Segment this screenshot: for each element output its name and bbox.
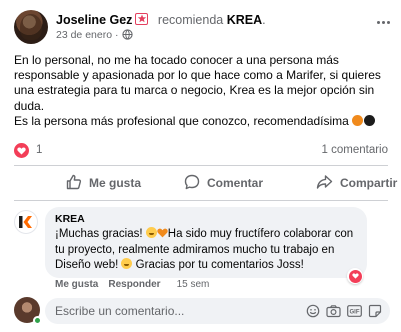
comment-input-placeholder: Escribe un comentario... xyxy=(55,304,185,318)
svg-text:GIF: GIF xyxy=(350,310,360,316)
comment-text-part-3: Gracias por tu comentarios Joss! xyxy=(132,259,304,271)
comment-meta: Me gusta Responder 15 sem xyxy=(55,279,209,290)
divider xyxy=(14,200,388,201)
comment-like-link[interactable]: Me gusta xyxy=(55,279,98,290)
gif-icon[interactable]: GIF xyxy=(347,305,362,317)
grinning-face-emoji-icon xyxy=(121,258,133,269)
recommendation-badge-icon xyxy=(135,13,149,25)
comment-text-part-1: ¡Muchas gracias! xyxy=(55,228,146,240)
share-label: Compartir xyxy=(340,176,398,190)
emoji-picker-icon[interactable] xyxy=(306,304,320,318)
post-meta: 23 de enero · xyxy=(56,29,134,43)
love-reaction-icon[interactable] xyxy=(14,143,29,158)
recommends-verb: recomienda xyxy=(157,13,224,27)
more-options-button[interactable] xyxy=(372,14,394,30)
comment-time[interactable]: 15 sem xyxy=(177,279,210,290)
recommended-page[interactable]: KREA xyxy=(227,13,262,27)
orange-heart-emoji-icon xyxy=(157,228,168,239)
smiling-face-emoji-icon xyxy=(145,227,157,238)
comment-input-tools: GIF xyxy=(306,304,390,318)
comment-author[interactable]: KREA xyxy=(55,213,357,226)
globe-icon xyxy=(122,29,134,43)
black-circle-emoji-icon xyxy=(364,114,376,126)
post-body: En lo personal, no me ha tocado conocer … xyxy=(14,53,390,129)
post-date[interactable]: 23 de enero xyxy=(56,29,112,41)
camera-icon[interactable] xyxy=(326,304,341,318)
post-text-line-2: Es la persona más profesional que conozc… xyxy=(14,113,349,128)
like-button[interactable]: Me gusta xyxy=(66,170,141,196)
comment-love-reaction-icon[interactable] xyxy=(347,268,363,284)
post-text-paragraph-1: En lo personal, no me ha tocado conocer … xyxy=(14,53,381,113)
share-arrow-icon xyxy=(316,174,333,193)
post-header: Joseline Gez recomienda KREA. 23 de ener… xyxy=(14,10,394,44)
like-label: Me gusta xyxy=(89,176,142,190)
comment-input[interactable]: Escribe un comentario... GIF xyxy=(45,298,390,324)
share-button[interactable]: Compartir xyxy=(316,170,397,196)
header-line: Joseline Gez recomienda KREA. xyxy=(56,13,266,27)
comment-count[interactable]: 1 comentario xyxy=(322,144,388,156)
comment-bubble: KREA ¡Muchas gracias! Ha sido muy fructí… xyxy=(45,207,367,278)
comment-button[interactable]: Comentar xyxy=(184,170,263,196)
post-actions: Me gusta Comentar Compartir xyxy=(14,170,397,196)
krea-logo-avatar[interactable] xyxy=(14,210,38,234)
sticker-icon[interactable] xyxy=(368,304,382,318)
thumbs-up-icon xyxy=(66,174,82,193)
comment-bubble-icon xyxy=(184,174,200,193)
post-text-paragraph-2: Es la persona más profesional que conozc… xyxy=(14,114,390,129)
comment-reply-link[interactable]: Responder xyxy=(108,279,160,290)
recommends-text: recomienda KREA. xyxy=(157,13,266,27)
comment-label: Comentar xyxy=(207,176,264,190)
reaction-count[interactable]: 1 xyxy=(36,144,42,156)
online-status-icon xyxy=(33,316,42,325)
orange-circle-emoji-icon xyxy=(352,114,364,126)
author-name[interactable]: Joseline Gez xyxy=(56,13,132,27)
reactions-summary: 1 1 comentario xyxy=(14,143,388,159)
divider xyxy=(14,165,388,166)
author-avatar[interactable] xyxy=(14,10,48,44)
comment-text: ¡Muchas gracias! Ha sido muy fructífero … xyxy=(55,227,357,274)
